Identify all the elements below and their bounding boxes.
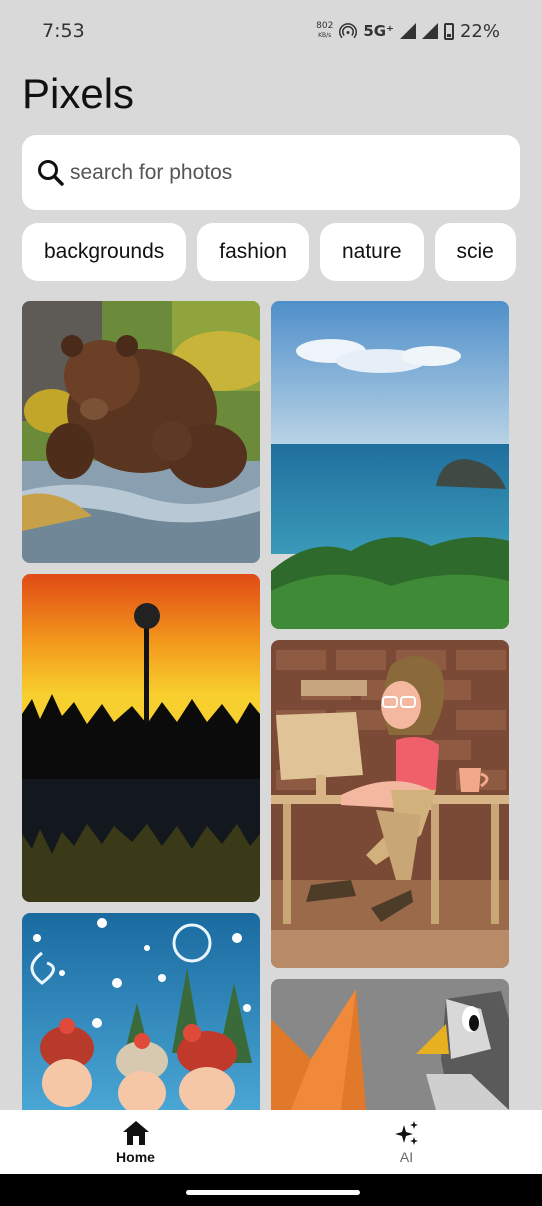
chip-backgrounds[interactable]: backgrounds (22, 223, 187, 281)
sparkles-icon (394, 1121, 418, 1145)
home-icon (122, 1121, 149, 1145)
status-icons: 802 KB/s 5G⁺ 22% (316, 21, 500, 42)
photo-tile-illustration[interactable] (271, 640, 509, 968)
sunset-image (22, 574, 260, 902)
network-speed: 802 KB/s (316, 22, 333, 40)
bottom-nav: Home AI (0, 1110, 542, 1174)
search-bar[interactable] (22, 135, 520, 210)
nav-home-label: Home (116, 1149, 155, 1165)
nav-ai-label: AI (399, 1149, 414, 1165)
status-time: 7:53 (42, 20, 85, 42)
search-input[interactable] (70, 160, 490, 185)
photo-tile-sea[interactable] (271, 301, 509, 629)
photo-tile-christmas[interactable] (22, 913, 260, 1110)
hotspot-icon (339, 23, 358, 39)
signal-icon-2 (421, 23, 438, 39)
battery-icon (443, 22, 454, 40)
illustration-image (271, 640, 509, 968)
bear-image (22, 301, 260, 563)
battery-percent: 22% (459, 20, 500, 42)
network-speed-unit: KB/s (318, 32, 332, 39)
nav-home[interactable]: Home (0, 1110, 271, 1174)
photo-tile-bear[interactable] (22, 301, 260, 563)
photo-tile-sunset[interactable] (22, 574, 260, 902)
chip-nature[interactable]: nature (319, 223, 424, 281)
origami-image (271, 979, 509, 1110)
network-type: 5G⁺ (363, 22, 394, 40)
sea-image (271, 301, 509, 629)
nav-ai[interactable]: AI (271, 1110, 542, 1174)
system-gesture-bar (0, 1174, 542, 1206)
signal-icon (399, 23, 416, 39)
photo-tile-origami[interactable] (271, 979, 509, 1110)
app-title: Pixels (22, 70, 135, 117)
category-chips: backgrounds fashion nature scie (22, 223, 542, 281)
chip-fashion[interactable]: fashion (197, 223, 309, 281)
search-icon (38, 159, 64, 186)
chip-science[interactable]: scie (434, 223, 516, 281)
status-bar: 7:53 802 KB/s 5G⁺ 22% (0, 0, 542, 62)
network-speed-value: 802 (316, 21, 334, 31)
gesture-handle[interactable] (186, 1190, 360, 1195)
christmas-image (22, 913, 260, 1110)
